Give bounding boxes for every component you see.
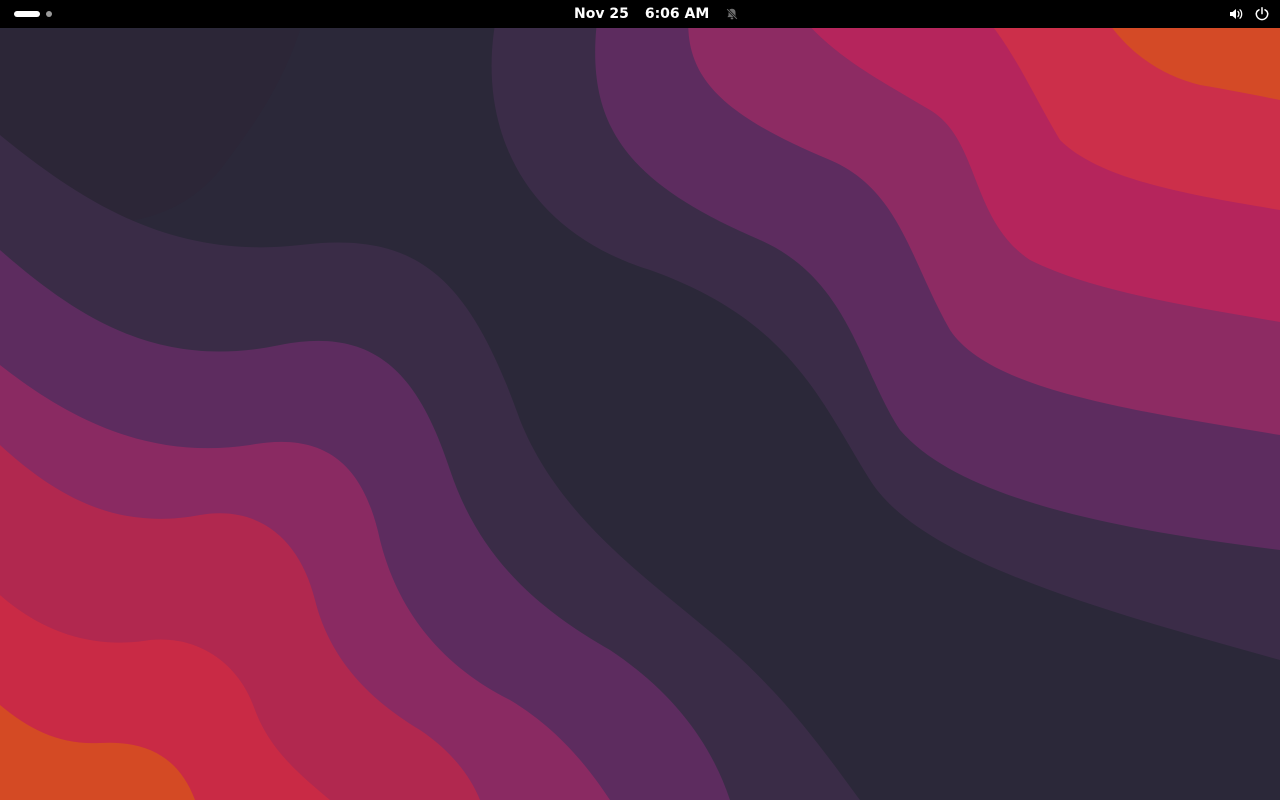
notifications-disabled-icon: [725, 7, 739, 21]
top-bar: Nov 25 6:06 AM: [0, 0, 1280, 28]
desktop[interactable]: Nov 25 6:06 AM: [0, 0, 1280, 800]
clock-time: 6:06 AM: [644, 6, 710, 22]
workspace-indicator[interactable]: [46, 11, 52, 17]
desktop-wallpaper: [0, 0, 1280, 800]
activities-button[interactable]: [8, 4, 60, 24]
clock-date: Nov 25: [574, 6, 629, 22]
workspace-indicator-active[interactable]: [14, 11, 40, 17]
power-icon: [1254, 6, 1270, 22]
volume-icon: [1228, 6, 1244, 22]
system-status-menu[interactable]: [1228, 4, 1270, 24]
clock-button[interactable]: Nov 25 6:06 AM: [566, 3, 747, 25]
